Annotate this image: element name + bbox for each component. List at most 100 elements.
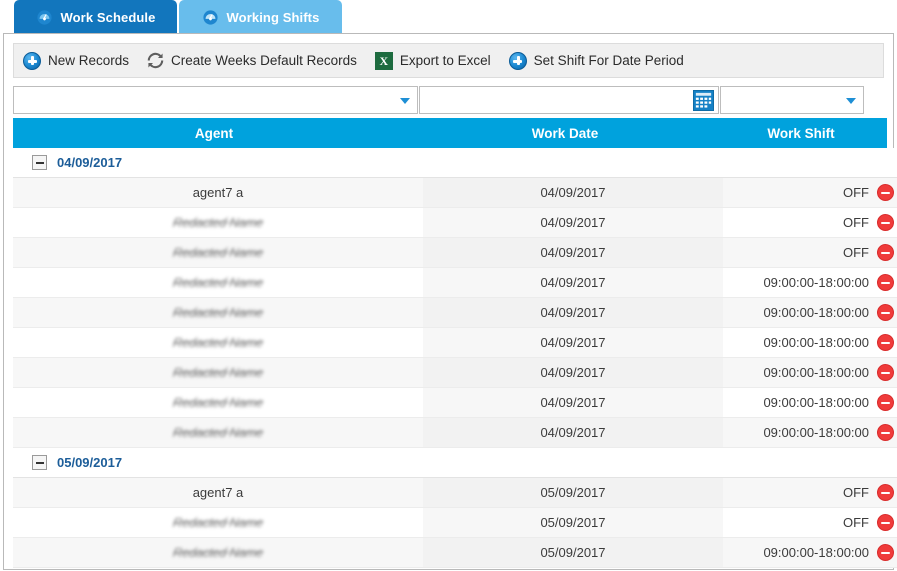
- agent-name: Redacted Name: [172, 275, 264, 290]
- cell-work-date: 04/09/2017: [423, 238, 723, 267]
- delete-circle-icon[interactable]: [877, 424, 894, 441]
- cell-work-shift: OFF: [843, 185, 869, 200]
- group-header-label: 04/09/2017: [57, 155, 123, 170]
- cell-work-date: 04/09/2017: [423, 268, 723, 297]
- cell-row-action: [874, 538, 897, 567]
- cell-row-action: [874, 388, 897, 417]
- table-row[interactable]: Redacted Name 04/09/2017 OFF: [13, 208, 897, 238]
- delete-circle-icon[interactable]: [877, 244, 894, 261]
- refresh-icon: [147, 52, 164, 69]
- agent-name: Redacted Name: [172, 425, 264, 440]
- cell-row-action: [874, 298, 897, 327]
- create-weeks-default-records-label: Create Weeks Default Records: [171, 53, 357, 68]
- cell-row-action: [874, 358, 897, 387]
- table-row[interactable]: Redacted Name 04/09/2017 09:00:00-18:00:00: [13, 388, 897, 418]
- delete-circle-icon[interactable]: [877, 394, 894, 411]
- plus-circle-icon: [508, 51, 527, 70]
- table-row[interactable]: Redacted Name 04/09/2017 09:00:00-18:00:00: [13, 418, 897, 448]
- work-date-filter-input[interactable]: [419, 86, 719, 114]
- grid-header-row: Agent Work Date Work Shift: [13, 118, 887, 148]
- toolbar: New Records Create Weeks Default Records…: [13, 43, 884, 78]
- agent-filter-dropdown[interactable]: [13, 86, 418, 114]
- tabstrip: Work Schedule Working Shifts: [0, 0, 897, 34]
- minus-square-icon[interactable]: [32, 155, 47, 170]
- agent-name: Redacted Name: [172, 515, 264, 530]
- delete-circle-icon[interactable]: [877, 334, 894, 351]
- cell-work-shift: OFF: [843, 215, 869, 230]
- cell-agent: Redacted Name: [13, 358, 423, 387]
- cell-agent: Redacted Name: [13, 298, 423, 327]
- cell-agent: Redacted Name: [13, 208, 423, 237]
- cell-work-shift: 09:00:00-18:00:00: [763, 425, 869, 440]
- calendar-icon[interactable]: [693, 90, 714, 111]
- agent-name: Redacted Name: [172, 245, 264, 260]
- work-shift-filter-dropdown[interactable]: [720, 86, 864, 114]
- group-header-row[interactable]: 04/09/2017: [13, 148, 897, 178]
- create-weeks-default-records-button[interactable]: Create Weeks Default Records: [147, 44, 366, 77]
- table-row[interactable]: Redacted Name 04/09/2017 09:00:00-18:00:00: [13, 328, 897, 358]
- cell-agent: Redacted Name: [13, 328, 423, 357]
- table-row[interactable]: Redacted Name 05/09/2017 09:00:00-18:00:00: [13, 538, 897, 568]
- agent-name: Redacted Name: [172, 545, 264, 560]
- delete-circle-icon[interactable]: [877, 184, 894, 201]
- cell-work-shift: 09:00:00-18:00:00: [763, 365, 869, 380]
- work-schedule-screen: Work Schedule Working Shifts New Records: [0, 0, 897, 571]
- column-header-work-date[interactable]: Work Date: [415, 118, 715, 148]
- tab-work-schedule-label: Work Schedule: [60, 9, 156, 25]
- table-row[interactable]: agent7 a 04/09/2017 OFF: [13, 178, 897, 208]
- cell-row-action: [874, 208, 897, 237]
- cell-work-date: 04/09/2017: [423, 358, 723, 387]
- set-shift-for-date-period-label: Set Shift For Date Period: [533, 53, 684, 68]
- cell-agent: Redacted Name: [13, 538, 423, 567]
- export-to-excel-button[interactable]: X Export to Excel: [374, 44, 500, 77]
- delete-circle-icon[interactable]: [877, 514, 894, 531]
- cell-work-shift: 09:00:00-18:00:00: [763, 395, 869, 410]
- cell-row-action: [874, 178, 897, 207]
- cell-row-action: [874, 268, 897, 297]
- set-shift-for-date-period-button[interactable]: Set Shift For Date Period: [508, 44, 693, 77]
- cell-work-shift: OFF: [843, 485, 869, 500]
- cell-work-shift: 09:00:00-18:00:00: [763, 545, 869, 560]
- agent-name: Redacted Name: [172, 395, 264, 410]
- delete-circle-icon[interactable]: [877, 214, 894, 231]
- cell-agent: Redacted Name: [13, 388, 423, 417]
- group-header-row[interactable]: 05/09/2017: [13, 448, 897, 478]
- filter-row: [13, 86, 884, 114]
- cell-row-action: [874, 478, 897, 507]
- new-records-button[interactable]: New Records: [23, 44, 138, 77]
- table-row[interactable]: Redacted Name 04/09/2017 OFF: [13, 238, 897, 268]
- agent-name: Redacted Name: [172, 305, 264, 320]
- cell-work-shift: OFF: [843, 515, 869, 530]
- cell-agent: Redacted Name: [13, 508, 423, 537]
- tab-working-shifts[interactable]: Working Shifts: [179, 0, 342, 34]
- agent-name: Redacted Name: [172, 335, 264, 350]
- plus-circle-icon: [23, 51, 41, 70]
- tab-work-schedule[interactable]: Work Schedule: [14, 0, 177, 34]
- delete-circle-icon[interactable]: [877, 274, 894, 291]
- column-header-agent[interactable]: Agent: [13, 118, 415, 148]
- content-panel: New Records Create Weeks Default Records…: [3, 33, 897, 570]
- table-row[interactable]: Redacted Name 04/09/2017 09:00:00-18:00:00: [13, 298, 897, 328]
- chevron-down-icon[interactable]: [400, 98, 410, 104]
- delete-circle-icon[interactable]: [877, 484, 894, 501]
- chevron-down-icon[interactable]: [846, 98, 856, 104]
- table-row[interactable]: agent7 a 05/09/2017 OFF: [13, 478, 897, 508]
- minus-square-icon[interactable]: [32, 455, 47, 470]
- agent-name: agent7 a: [192, 185, 244, 200]
- cell-work-date: 04/09/2017: [423, 418, 723, 447]
- column-header-work-shift[interactable]: Work Shift: [715, 118, 887, 148]
- cell-work-shift: 09:00:00-18:00:00: [763, 275, 869, 290]
- table-row[interactable]: Redacted Name 04/09/2017 09:00:00-18:00:00: [13, 268, 897, 298]
- cell-work-date: 05/09/2017: [423, 478, 723, 507]
- cell-work-shift: 09:00:00-18:00:00: [763, 305, 869, 320]
- tab-working-shifts-label: Working Shifts: [226, 9, 320, 25]
- delete-circle-icon[interactable]: [877, 304, 894, 321]
- cell-agent: Redacted Name: [13, 268, 423, 297]
- work-schedule-grid: Agent Work Date Work Shift 04/09/2017 age…: [13, 118, 897, 569]
- delete-circle-icon[interactable]: [877, 364, 894, 381]
- dashboard-gauge-icon: [36, 9, 52, 25]
- cell-work-date: 05/09/2017: [423, 538, 723, 567]
- delete-circle-icon[interactable]: [877, 544, 894, 561]
- table-row[interactable]: Redacted Name 05/09/2017 OFF: [13, 508, 897, 538]
- table-row[interactable]: Redacted Name 04/09/2017 09:00:00-18:00:00: [13, 358, 897, 388]
